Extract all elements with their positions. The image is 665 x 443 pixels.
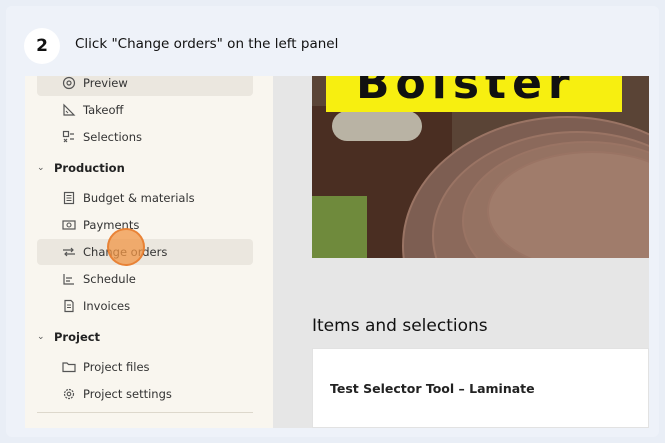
brand-banner: Bolster — [326, 76, 622, 112]
sidebar-item-label: Project files — [83, 360, 150, 374]
sidebar-item-label: Preview — [83, 76, 128, 90]
preview-icon — [62, 76, 76, 90]
sidebar-item-payments[interactable]: Payments — [37, 212, 253, 238]
hero-grass — [312, 196, 367, 258]
main-content: Bolster Items and selections Test Select… — [273, 76, 649, 428]
sidebar-item-label: Budget & materials — [83, 191, 195, 205]
click-target-marker — [107, 228, 145, 266]
section-title: Items and selections — [312, 316, 488, 336]
section-production[interactable]: ⌄ Production — [37, 157, 125, 179]
left-panel: Preview Takeoff Selections ⌄ Production — [25, 76, 273, 428]
sidebar-item-budget-materials[interactable]: Budget & materials — [37, 185, 253, 211]
sidebar-item-label: Invoices — [83, 299, 131, 313]
sidebar-item-takeoff[interactable]: Takeoff — [37, 97, 253, 123]
sidebar-item-preview[interactable]: Preview — [37, 76, 253, 96]
sidebar-item-invoices[interactable]: Invoices — [37, 293, 253, 319]
takeoff-icon — [62, 103, 76, 117]
brand-logo-text: Bolster — [356, 76, 576, 109]
section-project[interactable]: ⌄ Project — [37, 326, 100, 348]
sidebar-item-label: Schedule — [83, 272, 136, 286]
app-screenshot: Preview Takeoff Selections ⌄ Production — [25, 76, 649, 428]
schedule-icon — [62, 272, 76, 286]
section-label: Project — [54, 330, 101, 344]
step-header: 2 Click "Change orders" on the left pane… — [6, 6, 659, 76]
gear-icon — [62, 387, 76, 401]
sidebar-item-change-orders[interactable]: Change orders — [37, 239, 253, 265]
step-number-badge: 2 — [24, 28, 60, 64]
budget-icon — [62, 191, 76, 205]
change-orders-icon — [62, 245, 76, 259]
sidebar-divider — [37, 412, 253, 413]
project-hero-image: Bolster — [312, 76, 649, 258]
chevron-down-icon: ⌄ — [37, 332, 45, 342]
step-instruction: Click "Change orders" on the left panel — [75, 36, 339, 52]
sidebar-item-selections[interactable]: Selections — [37, 124, 253, 150]
selection-card[interactable]: Test Selector Tool – Laminate — [312, 348, 649, 428]
payments-icon — [62, 218, 76, 232]
sidebar-item-label: Selections — [83, 130, 142, 144]
chevron-down-icon: ⌄ — [37, 163, 45, 173]
selections-icon — [62, 130, 76, 144]
sidebar-item-project-files[interactable]: Project files — [37, 354, 253, 380]
hero-rocks — [332, 111, 422, 141]
sidebar-item-label: Project settings — [83, 387, 172, 401]
folder-icon — [62, 360, 76, 374]
sidebar-item-project-settings[interactable]: Project settings — [37, 381, 253, 407]
invoices-icon — [62, 299, 76, 313]
sidebar-item-label: Takeoff — [83, 103, 124, 117]
selection-card-title: Test Selector Tool – Laminate — [330, 381, 535, 396]
tutorial-frame: 2 Click "Change orders" on the left pane… — [6, 6, 659, 437]
sidebar-item-schedule[interactable]: Schedule — [37, 266, 253, 292]
section-label: Production — [54, 161, 125, 175]
